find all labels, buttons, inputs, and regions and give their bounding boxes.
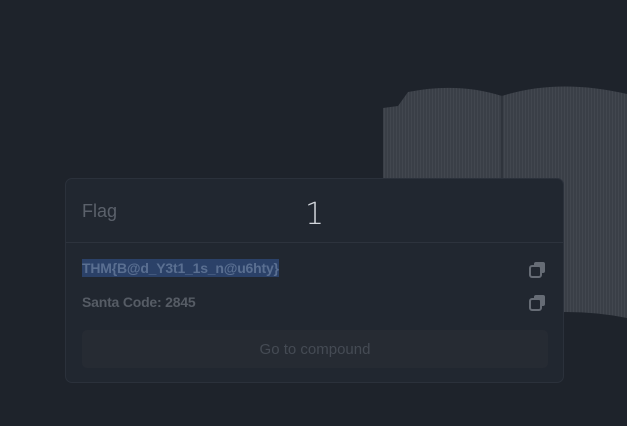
step-number: 1	[305, 197, 325, 232]
go-to-compound-button[interactable]: Go to compound	[82, 330, 548, 368]
card-header: Flag 1	[66, 179, 563, 243]
flag-value[interactable]: THM{B@d_Y3t1_1s_n@u6hty}	[82, 259, 279, 277]
flag-row: THM{B@d_Y3t1_1s_n@u6hty}	[82, 259, 547, 281]
santa-code-row: Santa Code: 2845	[82, 292, 547, 314]
app-screen: Flag 1 THM{B@d_Y3t1_1s_n@u6hty} Santa Co…	[0, 0, 627, 426]
copy-icon[interactable]	[529, 294, 547, 312]
santa-code[interactable]: Santa Code: 2845	[82, 294, 196, 310]
flag-card: Flag 1 THM{B@d_Y3t1_1s_n@u6hty} Santa Co…	[65, 178, 564, 383]
card-title: Flag	[82, 201, 118, 221]
copy-icon[interactable]	[529, 261, 547, 279]
